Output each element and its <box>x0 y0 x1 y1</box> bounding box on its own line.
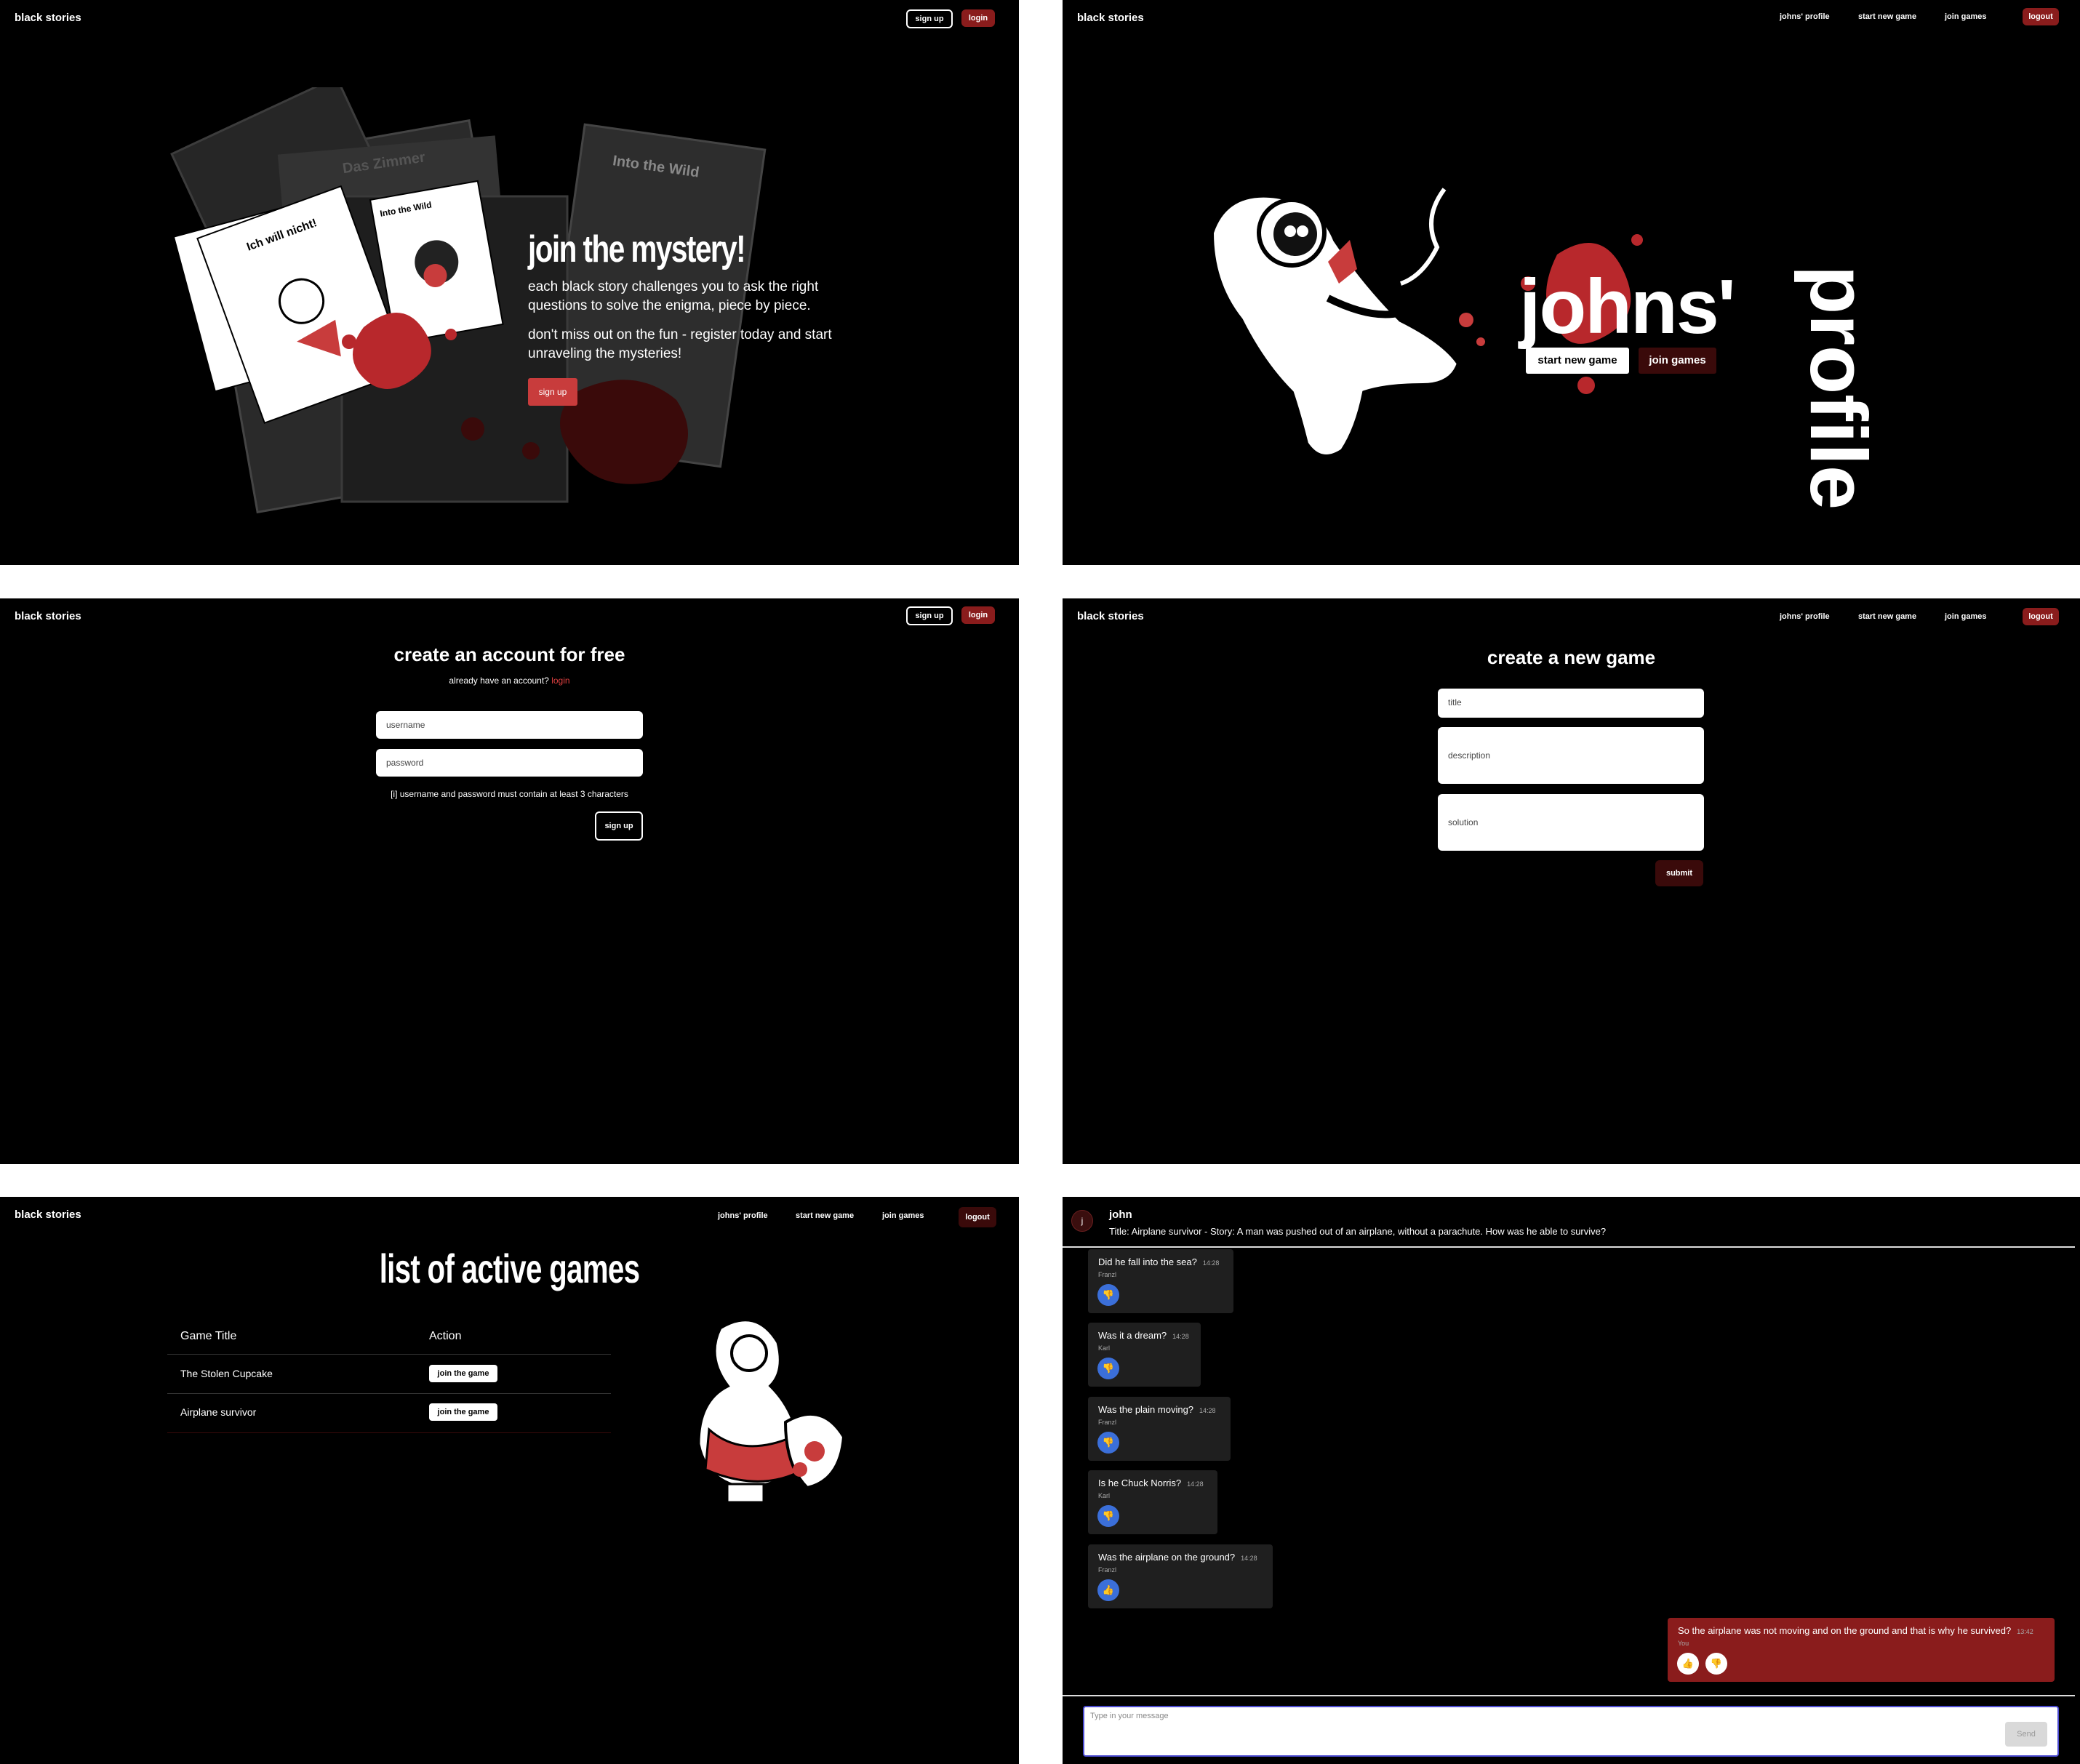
nav-join-games-link[interactable]: join games <box>882 1211 924 1220</box>
nav-new-game-link[interactable]: start new game <box>796 1211 854 1220</box>
chat-user-name: john <box>1109 1208 1132 1221</box>
nav-new-game-link[interactable]: start new game <box>1858 12 1916 21</box>
chat-message: Was the airplane on the ground? 14:28 Fra… <box>1088 1544 1273 1608</box>
login-nav-button[interactable]: login <box>961 606 995 624</box>
message-author: Karl <box>1098 1344 1111 1352</box>
profile-start-game-button[interactable]: start new game <box>1526 348 1629 374</box>
thumbs-down-icon[interactable]: 👎 <box>1097 1505 1119 1527</box>
game-submit-button[interactable]: submit <box>1655 860 1703 886</box>
game-description-input[interactable]: description <box>1438 727 1704 784</box>
row-divider <box>167 1393 611 1394</box>
user-avatar: j <box>1071 1210 1093 1232</box>
woman-cupcake-illustration <box>696 1318 846 1504</box>
game-row-title: Airplane survivor <box>180 1406 257 1418</box>
login-nav-button[interactable]: login <box>961 9 995 27</box>
message-time: 14:28 <box>1187 1480 1204 1488</box>
message-text: Did he fall into the sea? <box>1098 1256 1197 1267</box>
join-game-button[interactable]: join the game <box>429 1365 497 1382</box>
nav-new-game-link[interactable]: start new game <box>1858 612 1916 621</box>
game-row-title: The Stolen Cupcake <box>180 1368 273 1379</box>
chat-footer-divider <box>1063 1695 2075 1696</box>
hero-signup-button[interactable]: sign up <box>528 378 577 406</box>
header-divider <box>167 1354 611 1355</box>
brand-logo[interactable]: black stories <box>15 12 81 24</box>
signup-panel: black stories sign up login create an ac… <box>0 598 1019 1164</box>
message-time: 14:28 <box>1202 1259 1220 1267</box>
brand-logo[interactable]: black stories <box>15 610 81 622</box>
thumbs-up-icon[interactable]: 👍 <box>1677 1653 1699 1675</box>
signup-nav-button[interactable]: sign up <box>906 9 953 28</box>
message-author: You <box>1678 1640 1689 1647</box>
thumbs-down-icon[interactable]: 👎 <box>1097 1284 1119 1306</box>
profile-name-heading: johns' <box>1519 264 1736 350</box>
profile-vertical-word: profile <box>1793 265 1883 510</box>
message-text: Was the plain moving? <box>1098 1404 1194 1415</box>
col-action: Action <box>429 1330 462 1342</box>
chat-message: Is he Chuck Norris? 14:28 Karl 👎 <box>1088 1470 1217 1534</box>
signup-hint: [i] username and password must contain a… <box>391 789 628 799</box>
signup-nav-button[interactable]: sign up <box>906 606 953 625</box>
logout-button[interactable]: logout <box>2023 8 2059 25</box>
message-time: 14:28 <box>1241 1555 1257 1562</box>
thumbs-down-icon[interactable]: 👎 <box>1097 1432 1119 1454</box>
new-game-panel: black stories johns' profile start new g… <box>1063 598 2080 1164</box>
nav-profile-link[interactable]: johns' profile <box>1780 612 1830 621</box>
brand-logo[interactable]: black stories <box>1077 610 1144 622</box>
message-text: So the airplane was not moving and on th… <box>1678 1625 2012 1636</box>
game-title-input[interactable]: title <box>1438 689 1704 718</box>
chat-message: Was the plain moving? 14:28 Franzl 👎 <box>1088 1397 1231 1461</box>
hero-paragraph-2: don't miss out on the fun - register tod… <box>528 327 832 361</box>
hero-paragraph-1: each black story challenges you to ask t… <box>528 279 819 313</box>
join-game-button[interactable]: join the game <box>429 1403 497 1421</box>
message-time: 13:42 <box>2017 1628 2033 1635</box>
logout-button[interactable]: logout <box>959 1207 996 1227</box>
signup-login-link[interactable]: login <box>551 675 569 686</box>
message-author: Karl <box>1098 1492 1111 1499</box>
message-text: Was it a dream? <box>1098 1330 1167 1341</box>
thumbs-down-icon[interactable]: 👎 <box>1097 1358 1119 1379</box>
message-input-placeholder: Type in your message <box>1090 1712 1169 1720</box>
chat-game-description: Title: Airplane survivor - Story: A man … <box>1109 1226 1607 1237</box>
hero-headline: join the mystery! <box>528 228 746 270</box>
profile-join-games-button[interactable]: join games <box>1639 348 1716 374</box>
password-input[interactable]: password <box>376 749 643 777</box>
nav-profile-link[interactable]: johns' profile <box>718 1211 768 1220</box>
landing-panel: black stories sign up login Into the Wil… <box>0 0 1019 565</box>
astronaut-illustration <box>1209 188 1485 459</box>
message-input[interactable]: Type in your message Send <box>1083 1706 2059 1757</box>
send-button[interactable]: Send <box>2005 1722 2047 1747</box>
profile-panel: black stories johns' profile start new g… <box>1063 0 2080 565</box>
message-text: Was the airplane on the ground? <box>1098 1552 1236 1563</box>
brand-logo[interactable]: black stories <box>15 1208 81 1221</box>
message-author: Franzl <box>1098 1419 1117 1426</box>
nav-join-games-link[interactable]: join games <box>1945 12 1986 21</box>
signup-subtitle-text: already have an account? <box>449 675 549 686</box>
games-list-title: list of active games <box>379 1246 640 1291</box>
signup-submit-button[interactable]: sign up <box>595 811 643 841</box>
col-game-title: Game Title <box>180 1330 237 1342</box>
row-divider <box>167 1432 611 1433</box>
message-author: Franzl <box>1098 1271 1117 1278</box>
signup-title: create an account for free <box>393 644 625 665</box>
chat-message: Did he fall into the sea? 14:28 Franzl 👎 <box>1088 1249 1233 1313</box>
game-solution-input[interactable]: solution <box>1438 794 1704 851</box>
thumbs-down-icon[interactable]: 👎 <box>1705 1653 1727 1675</box>
thumbs-up-icon[interactable]: 👍 <box>1097 1579 1119 1601</box>
chat-header-divider <box>1063 1246 2075 1248</box>
new-game-title: create a new game <box>1487 646 1656 668</box>
nav-profile-link[interactable]: johns' profile <box>1780 12 1830 21</box>
message-time: 14:28 <box>1199 1407 1216 1414</box>
signup-subtitle: already have an account? login <box>0 675 1019 686</box>
message-author: Franzl <box>1098 1566 1117 1573</box>
message-text: Is he Chuck Norris? <box>1098 1478 1182 1488</box>
chat-message: Was it a dream? 14:28 Karl 👎 <box>1088 1323 1201 1387</box>
username-input[interactable]: username <box>376 711 643 739</box>
own-chat-message: So the airplane was not moving and on th… <box>1668 1618 2055 1682</box>
chat-panel: j john Title: Airplane survivor - Story:… <box>1063 1197 2080 1764</box>
message-time: 14:28 <box>1172 1333 1189 1340</box>
brand-logo[interactable]: black stories <box>1077 12 1144 24</box>
nav-join-games-link[interactable]: join games <box>1945 612 1986 621</box>
logout-button[interactable]: logout <box>2023 608 2059 625</box>
games-list-panel: black stories johns' profile start new g… <box>0 1197 1019 1764</box>
